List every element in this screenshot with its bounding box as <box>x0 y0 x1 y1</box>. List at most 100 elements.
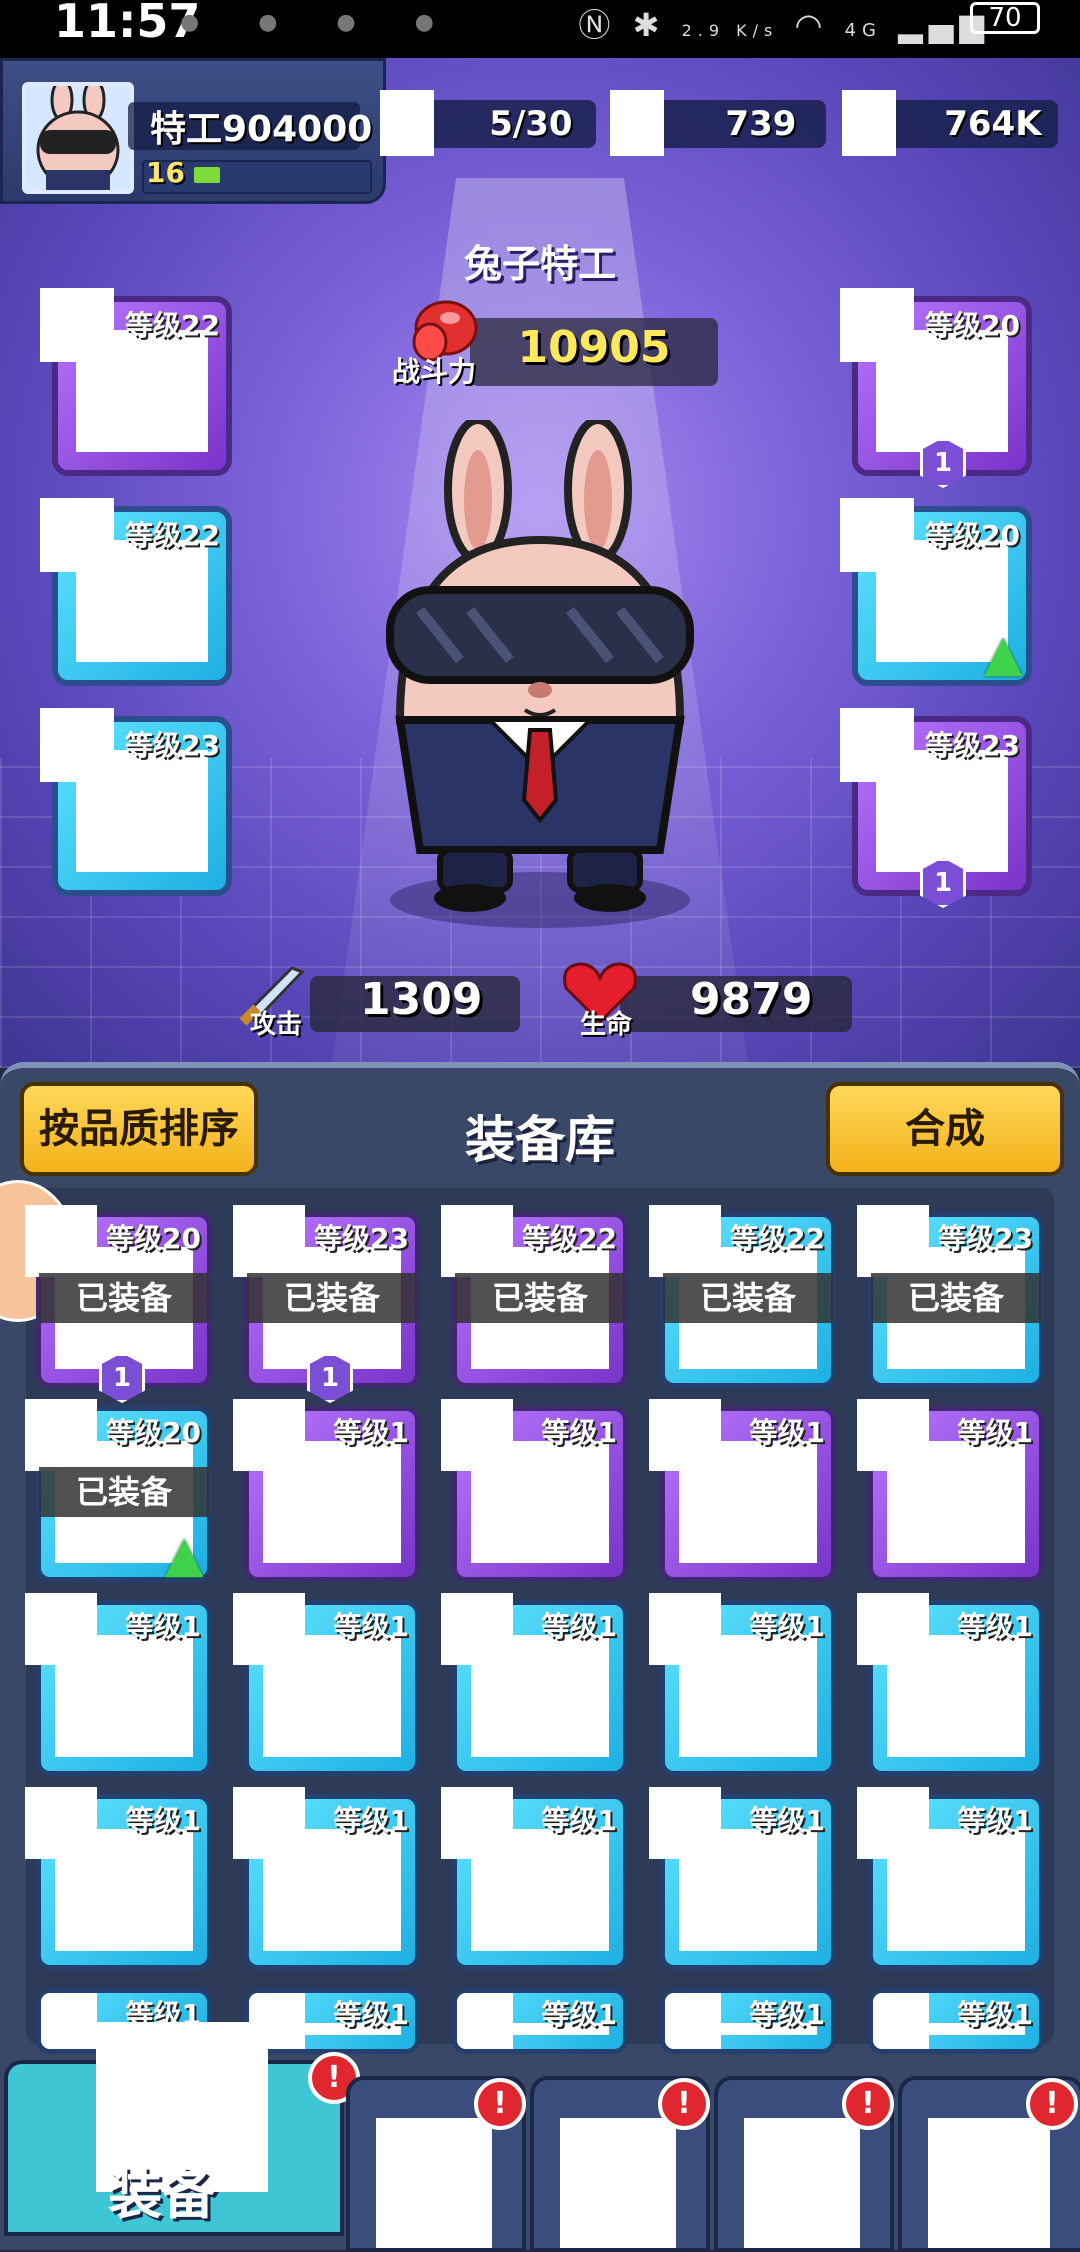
tab-5-icon <box>928 2118 1050 2248</box>
equipped-tag: 已装备 <box>247 1273 417 1323</box>
item-icon-cover <box>649 1787 721 1859</box>
inventory-item[interactable]: 等级1 <box>233 1593 420 1776</box>
tab-equipment-label: 装备 <box>108 2163 216 2226</box>
item-icon-cover <box>840 288 914 362</box>
inventory-item[interactable]: 等级1 <box>660 1988 836 2054</box>
inventory-item[interactable]: 等级1 <box>452 1988 628 2054</box>
item-level: 等级1 <box>749 1998 825 2031</box>
equip-slot-right-3[interactable]: 等级23 1 <box>840 708 1032 908</box>
inventory-item[interactable]: 等级1 <box>857 1399 1044 1582</box>
gem-value: 739 <box>725 104 797 144</box>
energy-icon <box>380 90 434 156</box>
inventory-item[interactable]: 等级23 已装备 1 <box>233 1205 420 1403</box>
inventory-item[interactable]: 等级1 <box>244 1988 420 2054</box>
equipped-tag: 已装备 <box>871 1273 1041 1323</box>
inventory-item[interactable]: 等级1 <box>441 1593 628 1776</box>
item-icon-cover <box>40 498 114 572</box>
item-icon-cover <box>441 1593 513 1665</box>
hp-label: 生命 <box>580 1010 633 1040</box>
nfc-icon: Ⓝ <box>578 6 617 44</box>
inventory-item[interactable]: 等级1 <box>857 1593 1044 1776</box>
inventory-item[interactable]: 等级22 已装备 <box>649 1205 836 1388</box>
hp-value: 9879 <box>690 974 813 1025</box>
equip-slot-left-1[interactable]: 等级22 <box>40 288 232 476</box>
item-icon-cover <box>649 1399 721 1471</box>
slot-level: 等级22 <box>125 519 220 552</box>
item-level: 等级22 <box>522 1222 617 1255</box>
item-level: 等级1 <box>541 1610 617 1643</box>
item-level: 等级20 <box>106 1416 201 1449</box>
inventory-item[interactable]: 等级1 <box>857 1787 1044 1970</box>
equipped-tag: 已装备 <box>39 1273 209 1323</box>
item-icon-cover <box>233 1787 305 1859</box>
item-icon-cover <box>857 1205 929 1277</box>
item-icon-cover <box>233 1399 305 1471</box>
power-value: 10905 <box>517 322 671 373</box>
attack-value: 1309 <box>360 974 483 1025</box>
inventory-item[interactable]: 等级1 <box>233 1787 420 1970</box>
hero-name: 兔子特工 <box>463 242 616 286</box>
inventory-item[interactable]: 等级1 <box>233 1399 420 1582</box>
inventory-item[interactable]: 等级20 已装备 1 <box>25 1205 212 1403</box>
avatar[interactable] <box>22 82 134 194</box>
item-icon-cover <box>857 1593 929 1665</box>
inventory-item[interactable]: 等级1 <box>649 1593 836 1776</box>
item-level: 等级1 <box>541 1416 617 1449</box>
inventory-item[interactable]: 等级1 <box>868 1988 1044 2054</box>
battery-indicator: 70 <box>970 2 1040 34</box>
slot-level: 等级23 <box>125 729 220 762</box>
coin-value: 764K <box>944 104 1042 144</box>
gem-icon <box>610 90 664 156</box>
gem-resource[interactable]: 739 <box>610 90 826 156</box>
item-icon-cover <box>857 1787 929 1859</box>
system-icons: Ⓝ ✱ 2.9 K/s ◠ 4G ▂▄▆ <box>578 0 990 46</box>
net-speed: 2.9 K/s <box>681 21 779 40</box>
tab-alert-badge: ! <box>474 2078 526 2130</box>
merge-button[interactable]: 合成 <box>826 1082 1064 1176</box>
energy-resource[interactable]: 5/30 <box>380 90 596 156</box>
item-icon-cover <box>457 1993 513 2049</box>
tab-alert-badge: ! <box>842 2078 894 2130</box>
inventory-item[interactable]: 等级1 <box>25 1593 212 1776</box>
item-icon-cover <box>649 1593 721 1665</box>
attack-label: 攻击 <box>250 1010 303 1040</box>
tab-3[interactable]: ! <box>530 2076 710 2252</box>
item-level: 等级23 <box>938 1222 1033 1255</box>
equip-slot-right-1[interactable]: 等级20 1 <box>840 288 1032 488</box>
xp-fill <box>194 167 220 183</box>
inventory-item[interactable]: 等级1 <box>441 1787 628 1970</box>
inventory-item[interactable]: 等级20 已装备 ▲ <box>25 1399 212 1582</box>
tab-2-icon <box>376 2118 492 2248</box>
item-level: 等级1 <box>541 1998 617 2031</box>
tab-4[interactable]: ! <box>714 2076 894 2252</box>
item-icon-cover <box>441 1787 513 1859</box>
item-icon-cover <box>441 1205 513 1277</box>
player-name: 特工904000 <box>150 109 373 150</box>
tab-5[interactable]: ! <box>898 2076 1080 2252</box>
upgrade-arrow-icon: ▲ <box>984 624 1023 682</box>
equipped-tag: 已装备 <box>39 1467 209 1517</box>
inventory-item[interactable]: 等级23 已装备 <box>857 1205 1044 1388</box>
tab-4-icon <box>744 2118 860 2248</box>
inventory-item[interactable]: 等级1 <box>25 1787 212 1970</box>
item-level: 等级1 <box>957 1804 1033 1837</box>
item-icon-cover <box>441 1399 513 1471</box>
equip-slot-right-2[interactable]: 等级20 ▲ <box>840 498 1032 686</box>
item-icon-cover <box>840 708 914 782</box>
slot-level: 等级22 <box>125 309 220 342</box>
rabbit-agent-character <box>386 420 694 928</box>
item-level: 等级1 <box>125 1610 201 1643</box>
item-level: 等级1 <box>749 1804 825 1837</box>
equip-slot-left-2[interactable]: 等级22 <box>40 498 232 686</box>
equip-slot-left-3[interactable]: 等级23 <box>40 708 232 896</box>
inventory-item[interactable]: 等级1 <box>649 1787 836 1970</box>
item-icon-cover <box>840 498 914 572</box>
item-level: 等级1 <box>957 1998 1033 2031</box>
tab-2[interactable]: ! <box>346 2076 526 2252</box>
inventory-item[interactable]: 等级22 已装备 <box>441 1205 628 1388</box>
inventory-item[interactable]: 等级1 <box>441 1399 628 1582</box>
inventory-item[interactable]: 等级1 <box>649 1399 836 1582</box>
power-label: 战斗力 <box>392 355 477 388</box>
item-level: 等级1 <box>333 1998 409 2031</box>
coin-resource[interactable]: 764K <box>842 90 1058 156</box>
